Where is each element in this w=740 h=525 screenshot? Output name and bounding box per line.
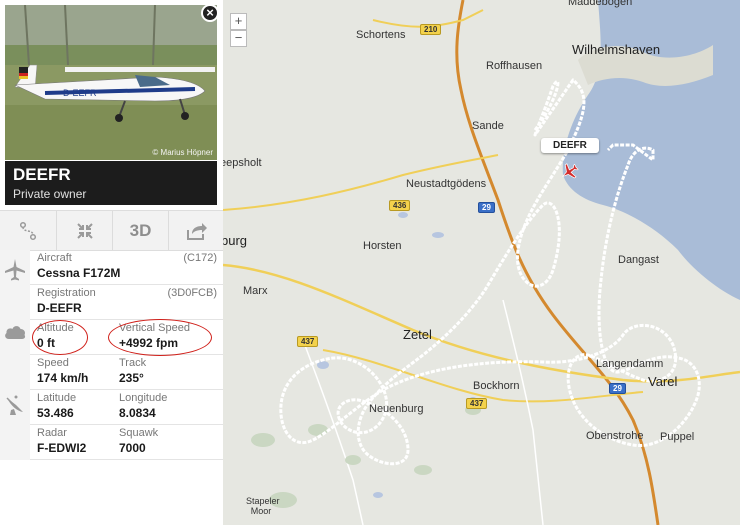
place-obenstrohe: Obenstrohe	[586, 430, 644, 442]
collapse-icon	[76, 222, 93, 239]
place-horsten: Horsten	[363, 240, 402, 252]
longitude-value: 8.0834	[119, 406, 156, 420]
registration-label: Registration	[37, 287, 96, 299]
place-dangast: Dangast	[618, 254, 659, 266]
place-marx: Marx	[243, 285, 268, 297]
latitude-value: 53.486	[37, 406, 74, 420]
center-aircraft-button[interactable]	[56, 211, 112, 250]
place-maddebogen: Maddebogen	[568, 0, 633, 8]
toolbar: 3D	[0, 210, 223, 251]
place-puppel: Puppel	[660, 431, 695, 443]
track-label: Track	[119, 357, 147, 369]
aircraft-photo: D-EEFR © Marius Höpner	[5, 5, 217, 160]
squawk-value: 7000	[119, 441, 146, 455]
registration-value: D-EEFR	[37, 301, 82, 315]
speed-value: 174 km/h	[37, 371, 89, 385]
place-schortens: Schortens	[356, 29, 406, 41]
photo-credit[interactable]: © Marius Höpner	[152, 148, 213, 157]
position-row: Latitude 53.486 Longitude 8.0834	[30, 390, 223, 425]
place-neustadtgodens: Neustadtgödens	[406, 178, 487, 190]
place-burg: burg	[223, 233, 248, 248]
place-roffhausen: Roffhausen	[486, 60, 543, 72]
aircraft-header: DEEFR Private owner	[5, 161, 217, 205]
motorway-shield-29-south: 29	[609, 383, 626, 394]
track-value: 235°	[119, 371, 144, 385]
longitude-label: Longitude	[119, 392, 168, 404]
place-stapeler-moor: Stapeler Moor	[246, 496, 280, 516]
map-view[interactable]: + − DEEFR Schortens Wilhelmshaven Maddeb…	[223, 0, 740, 525]
place-bockhorn: Bockhorn	[473, 380, 520, 392]
radar-label: Radar	[37, 427, 67, 439]
altitude-row: Altitude 0 ft Vertical Speed +4992 fpm	[30, 319, 223, 356]
place-eepsholt: eepsholt	[223, 157, 262, 169]
share-button[interactable]	[168, 211, 224, 250]
3d-view-button[interactable]: 3D	[112, 211, 168, 250]
motorway-shield-29-north: 29	[478, 202, 495, 213]
vertical-speed-annotation-circle	[108, 319, 212, 356]
zoom-in-button[interactable]: +	[230, 13, 247, 30]
registration-code: (3D0FCB)	[167, 287, 217, 299]
callsign: DEEFR	[13, 165, 71, 184]
cloud-icon	[5, 326, 26, 339]
place-neuenburg: Neuenburg	[369, 403, 424, 415]
registration-row: Registration D-EEFR (3D0FCB)	[30, 285, 223, 320]
flight-callsign-label[interactable]: DEEFR	[541, 138, 599, 153]
radar-value: F-EDWI2	[37, 441, 87, 455]
aircraft-info-panel: D-EEFR © Marius Höpner × DEEFR Private o…	[0, 0, 223, 525]
place-wilhelmshaven: Wilhelmshaven	[572, 42, 661, 57]
share-icon	[186, 222, 207, 240]
place-varel: Varel	[648, 374, 678, 389]
radar-row: Radar F-EDWI2 Squawk 7000	[30, 425, 223, 460]
place-zetel: Zetel	[403, 327, 432, 342]
aircraft-row: Aircraft Cessna F172M (C172)	[30, 250, 223, 285]
road-shield-210: 210	[420, 24, 442, 35]
road-shield-436: 436	[389, 200, 411, 211]
zoom-out-button[interactable]: −	[230, 30, 247, 47]
place-sande: Sande	[472, 120, 504, 132]
aircraft-label: Aircraft	[37, 252, 72, 264]
altitude-annotation-circle	[32, 320, 88, 355]
route-button[interactable]	[0, 211, 55, 250]
plane-registration-text: D-EEFR	[63, 88, 97, 98]
radar-dish-icon	[6, 395, 23, 415]
route-icon	[19, 221, 36, 240]
speed-row: Speed 174 km/h Track 235°	[30, 355, 223, 390]
place-langendamm: Langendamm	[596, 358, 664, 370]
aircraft-code: (C172)	[183, 252, 217, 264]
latitude-label: Latitude	[37, 392, 77, 404]
side-icons-bar	[0, 250, 30, 460]
road-shield-437-east: 437	[466, 398, 488, 409]
owner: Private owner	[13, 187, 87, 201]
road-shield-437-west: 437	[297, 336, 319, 347]
airplane-icon	[5, 259, 25, 281]
close-button[interactable]: ×	[201, 4, 219, 22]
aircraft-value: Cessna F172M	[37, 266, 121, 280]
speed-label: Speed	[37, 357, 69, 369]
squawk-label: Squawk	[119, 427, 159, 439]
